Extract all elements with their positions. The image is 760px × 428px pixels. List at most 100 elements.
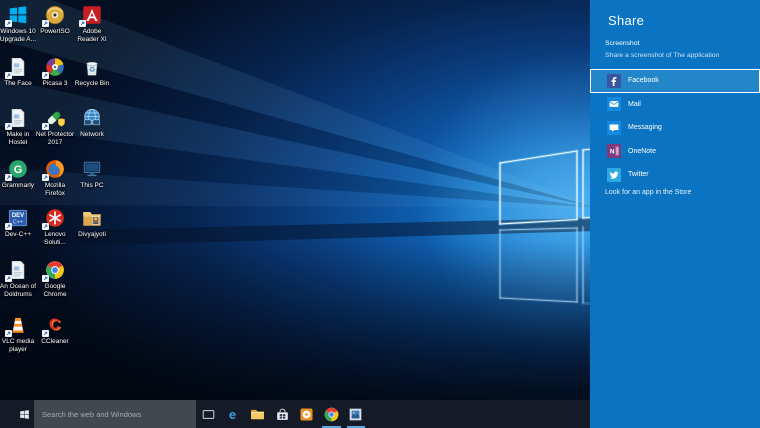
shortcut-arrow-icon — [5, 174, 12, 181]
share-target-facebook[interactable]: Facebook — [590, 69, 760, 93]
desktop-icon-network[interactable]: Network — [72, 107, 112, 139]
share-target-onenote[interactable]: N OneNote — [590, 140, 760, 164]
desktop-icon-mozilla-firefox[interactable]: Mozilla Firefox — [35, 158, 75, 197]
svg-text:C++: C++ — [13, 220, 23, 226]
chrome-icon — [323, 406, 340, 423]
adobe-reader-icon — [79, 4, 103, 27]
desktop-icon-label: This PC — [80, 182, 104, 189]
desktop-icon-adobe-reader-xi[interactable]: Adobe Reader XI — [72, 4, 112, 43]
desktop-icon-vlc-media-player[interactable]: VLC media player — [0, 314, 38, 353]
desktop-icon-the-face[interactable]: The Face — [0, 56, 38, 88]
desktop-icon-grammarly[interactable]: G Grammarly — [0, 158, 38, 190]
shortcut-arrow-icon — [5, 72, 12, 79]
desktop-icon-label: Picasa 3 — [42, 80, 68, 87]
file-explorer-icon — [249, 406, 266, 423]
desktop-icon-label: An Ocean of Doldrums — [0, 283, 37, 298]
desktop-icon-make-in-hostel[interactable]: Make in Hostel — [0, 107, 38, 146]
shortcut-arrow-icon — [42, 20, 49, 27]
desktop-icon-poweriso[interactable]: PowerISO — [35, 4, 75, 36]
store-icon — [274, 406, 291, 423]
windows-logo-icon — [18, 408, 31, 421]
share-target-label: OneNote — [628, 147, 657, 155]
desktop-icon-label: PowerISO — [40, 28, 70, 35]
recycle-bin-icon: ♻ — [81, 56, 103, 78]
desktop-icon-picasa-3[interactable]: Picasa 3 — [35, 56, 75, 88]
facebook-icon — [607, 73, 621, 88]
vlc-icon — [5, 314, 29, 337]
share-subtitle: Screenshot — [605, 40, 640, 47]
shortcut-arrow-icon — [79, 20, 86, 27]
document-icon — [5, 56, 29, 79]
file-explorer-button[interactable] — [245, 400, 270, 428]
share-target-messaging[interactable]: Messaging — [590, 116, 760, 140]
shortcut-arrow-icon — [5, 223, 12, 230]
desktop-icon-label: Dev-C++ — [4, 231, 31, 238]
shortcut-arrow-icon — [42, 275, 49, 282]
chrome-icon — [42, 259, 66, 282]
svg-text:G: G — [14, 164, 23, 176]
desktop-icon-windows-10-upgrade-a[interactable]: Windows 10 Upgrade A... — [0, 4, 38, 43]
svg-text:e: e — [229, 407, 236, 422]
desktop-icon-google-chrome[interactable]: Google Chrome — [35, 259, 75, 298]
taskbar-app-area: e — [196, 400, 368, 428]
svg-text:C: C — [49, 317, 60, 334]
edge-button[interactable]: e — [221, 400, 246, 428]
desktop-icon-dev-c[interactable]: DEV C++ Dev-C++ — [0, 207, 38, 239]
shortcut-arrow-icon — [5, 123, 12, 130]
document-icon — [5, 107, 29, 130]
network-icon — [81, 107, 103, 129]
media-player-icon — [298, 406, 315, 423]
firefox-icon — [42, 158, 66, 181]
desktop-icon-an-ocean-of-doldrums[interactable]: An Ocean of Doldrums — [0, 259, 38, 298]
chrome-button[interactable] — [319, 400, 344, 428]
desktop-icon-label: Mozilla Firefox — [44, 182, 66, 197]
search-input[interactable] — [34, 400, 196, 428]
this-pc-icon — [81, 158, 103, 180]
svg-text:N: N — [610, 149, 615, 156]
desktop-icon-recycle-bin[interactable]: ♻ Recycle Bin — [72, 56, 112, 88]
desktop-icon-net-protector-2017[interactable]: Net Protector 2017 — [35, 107, 75, 146]
start-button[interactable] — [0, 400, 34, 428]
net-protector-icon — [42, 107, 66, 130]
desktop-icon-lenovo-soluti[interactable]: Lenovo Soluti... — [35, 207, 75, 246]
dev-cpp-icon: DEV C++ — [5, 207, 29, 230]
desktop-icon-label: Adobe Reader XI — [77, 28, 107, 43]
desktop-icon-this-pc[interactable]: This PC — [72, 158, 112, 190]
taskbar-search-box — [34, 400, 196, 428]
svg-text:♻: ♻ — [89, 65, 96, 74]
store-link[interactable]: Look for an app in the Store — [605, 189, 691, 196]
desktop-icon-label: Google Chrome — [43, 283, 67, 298]
desktop-icon-ccleaner[interactable]: C C CCleaner — [35, 314, 75, 346]
shortcut-arrow-icon — [42, 123, 49, 130]
desktop-icon-label: Divyajyoti — [78, 231, 106, 238]
mail-icon — [607, 97, 621, 112]
desktop-icon-label: Make in Hostel — [6, 131, 30, 146]
shortcut-arrow-icon — [5, 20, 12, 27]
desktop-icon-divyajyoti[interactable]: Divyajyoti — [72, 207, 112, 239]
share-target-label: Facebook — [628, 77, 659, 85]
desktop-icon-label: Network — [80, 131, 104, 138]
messaging-icon — [607, 120, 621, 135]
share-target-twitter[interactable]: Twitter — [590, 163, 760, 187]
store-button[interactable] — [270, 400, 295, 428]
desktop-icon-label: Grammarly — [1, 182, 35, 189]
shortcut-arrow-icon — [42, 223, 49, 230]
share-panel: Share Screenshot Share a screenshot of T… — [590, 0, 760, 428]
lenovo-icon — [42, 207, 66, 230]
media-player-button[interactable] — [294, 400, 319, 428]
desktop-icon-label: Recycle Bin — [74, 80, 110, 87]
photos-button[interactable] — [344, 400, 369, 428]
share-target-label: Messaging — [628, 124, 662, 132]
shortcut-arrow-icon — [42, 174, 49, 181]
share-panel-title: Share — [608, 13, 645, 28]
task-view-icon — [200, 406, 217, 423]
task-view-button[interactable] — [196, 400, 221, 428]
share-target-label: Mail — [628, 100, 641, 108]
edge-icon: e — [224, 406, 241, 423]
shortcut-arrow-icon — [5, 275, 12, 282]
ccleaner-icon: CC — [42, 314, 66, 337]
twitter-icon — [607, 167, 621, 182]
onenote-icon: N — [607, 144, 621, 159]
svg-text:DEV: DEV — [12, 213, 24, 219]
share-target-mail[interactable]: Mail — [590, 93, 760, 117]
